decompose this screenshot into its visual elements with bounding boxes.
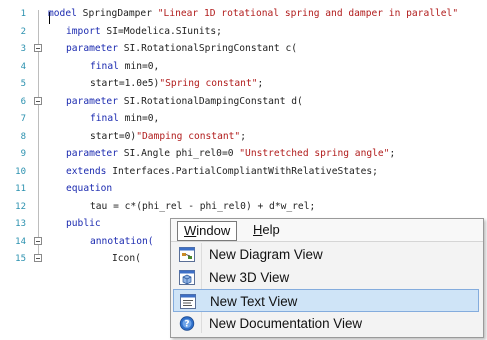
code-keyword: final xyxy=(90,60,119,72)
code-text: equation xyxy=(66,180,112,198)
code-keyword: final xyxy=(90,113,119,124)
line-number: 10 xyxy=(15,166,26,177)
line-number: 13 xyxy=(15,219,26,229)
diagram-view-icon xyxy=(179,247,195,262)
code-keyword: public xyxy=(66,218,101,229)
code-text: extends Interfaces.PartialCompliantWithR… xyxy=(66,163,378,181)
code-line[interactable]: 10 extends Interfaces.PartialCompliantWit… xyxy=(0,163,487,181)
line-number: 8 xyxy=(20,131,26,142)
code-token: min=0, xyxy=(118,113,160,124)
line-number: 6 xyxy=(20,96,26,107)
code-line[interactable]: 5 start=1.0e5)"Spring constant"; xyxy=(0,75,487,93)
code-text: public xyxy=(66,215,101,233)
code-token: SI.Angle phi_rel0=0 xyxy=(117,148,240,159)
code-text: parameter SI.RotationalDampingConstant d… xyxy=(66,93,303,111)
line-number: 3 xyxy=(20,44,26,54)
code-token: SI=Modelica.SIunits; xyxy=(100,25,222,37)
code-line[interactable]: 11 equation xyxy=(0,180,487,198)
editor-window: 1 model SpringDamper "Linear 1D rotationa… xyxy=(0,0,487,340)
code-string: "Spring constant" xyxy=(159,78,258,89)
svg-text:?: ? xyxy=(184,320,189,330)
code-token: SI.RotationalSpringConstant c( xyxy=(117,43,298,54)
code-line[interactable]: 4 final min=0, xyxy=(0,58,487,76)
3d-view-icon xyxy=(179,270,195,285)
menu-item-new-text-view[interactable]: New Text View xyxy=(173,289,479,312)
fold-toggle-icon[interactable] xyxy=(34,96,42,105)
code-text: start=0)"Damping constant"; xyxy=(90,128,246,146)
code-token: start=0) xyxy=(90,130,137,142)
menu-item-new-diagram-view[interactable]: New Diagram View xyxy=(173,243,479,266)
code-text: parameter SI.Angle phi_rel0=0 "Unstretch… xyxy=(66,145,395,163)
menu-item-label: New Diagram View xyxy=(209,247,323,262)
fold-toggle-icon[interactable] xyxy=(34,254,42,262)
window-context-menu: Window Help New Diagram View New 3D View… xyxy=(170,218,484,338)
code-keyword: extends xyxy=(66,165,107,177)
code-token: tau = c*(phi_rel - phi_rel0) + d*w_rel; xyxy=(90,200,316,212)
menu-help[interactable]: Help xyxy=(247,221,286,239)
menu-window-mnemonic: W xyxy=(184,223,197,238)
code-string: "Damping constant" xyxy=(136,130,241,142)
code-token: start=1.0e5) xyxy=(90,78,160,89)
code-keyword: equation xyxy=(66,183,113,194)
code-text: tau = c*(phi_rel - phi_rel0) + d*w_rel; xyxy=(90,198,315,216)
code-text: final min=0, xyxy=(90,58,159,76)
menu-help-mnemonic: H xyxy=(253,222,263,237)
code-line[interactable]: 8 start=0)"Damping constant"; xyxy=(0,128,487,146)
fold-toggle-icon[interactable] xyxy=(34,236,42,245)
line-number: 11 xyxy=(15,184,26,194)
code-token: Interfaces.PartialCompliantWithRelativeS… xyxy=(106,165,378,177)
code-keyword: parameter xyxy=(66,148,118,159)
fold-toggle-icon[interactable] xyxy=(34,44,42,52)
menu-item-label: New 3D View xyxy=(209,270,290,285)
code-token: ; xyxy=(257,78,264,89)
menu-item-new-documentation-view[interactable]: ? New Documentation View xyxy=(173,312,479,335)
menu-window[interactable]: Window xyxy=(177,221,238,241)
code-string: "Linear 1D rotational spring and damper … xyxy=(157,8,459,19)
code-token: min=0, xyxy=(118,60,160,72)
code-text: start=1.0e5)"Spring constant"; xyxy=(90,75,263,93)
code-line[interactable]: 3 parameter SI.RotationalSpringConstant c… xyxy=(0,40,487,58)
code-token: ; xyxy=(389,148,396,159)
code-line[interactable]: 7 final min=0, xyxy=(0,110,487,128)
line-number: 14 xyxy=(15,236,26,247)
menu-item-label: New Documentation View xyxy=(209,316,363,331)
code-token: Icon( xyxy=(112,253,141,264)
code-text: parameter SI.RotationalSpringConstant c( xyxy=(66,40,297,58)
code-line[interactable]: 12 tau = c*(phi_rel - phi_rel0) + d*w_rel… xyxy=(0,198,487,216)
menu-window-label: indow xyxy=(196,223,231,238)
line-number: 15 xyxy=(15,254,26,264)
code-line[interactable]: 2 import SI=Modelica.SIunits; xyxy=(0,23,487,41)
code-text: model SpringDamper "Linear 1D rotational… xyxy=(48,5,458,23)
code-keyword: import xyxy=(66,25,101,37)
code-string: "Unstretched spring angle" xyxy=(239,148,390,159)
line-number: 4 xyxy=(20,61,26,72)
code-text: final min=0, xyxy=(90,110,159,128)
menu-bar: Window Help xyxy=(171,219,483,242)
line-number: 1 xyxy=(20,9,26,19)
menu-item-new-3d-view[interactable]: New 3D View xyxy=(173,266,479,289)
line-number: 7 xyxy=(20,114,26,124)
line-number: 2 xyxy=(20,26,26,37)
code-token: ; xyxy=(240,130,246,142)
code-text: import SI=Modelica.SIunits; xyxy=(66,23,222,41)
line-number: 5 xyxy=(20,79,26,89)
code-keyword: parameter xyxy=(66,43,118,54)
menu-help-label: elp xyxy=(262,222,280,237)
code-keyword: parameter xyxy=(66,95,118,107)
code-token: SpringDamper xyxy=(76,8,158,19)
code-line[interactable]: 6 parameter SI.RotationalDampingConstant … xyxy=(0,93,487,111)
code-keyword: annotation( xyxy=(90,235,154,247)
text-view-icon xyxy=(180,294,196,309)
line-number: 12 xyxy=(15,201,26,212)
code-line[interactable]: 9 parameter SI.Angle phi_rel0=0 "Unstretc… xyxy=(0,145,487,163)
code-keyword: model xyxy=(48,8,77,19)
code-token: SI.RotationalDampingConstant d( xyxy=(117,95,303,107)
code-text: Icon( xyxy=(112,250,141,268)
code-text: annotation( xyxy=(90,233,154,251)
line-number: 9 xyxy=(20,149,26,159)
code-line[interactable]: 1 model SpringDamper "Linear 1D rotationa… xyxy=(0,5,487,23)
documentation-view-icon: ? xyxy=(179,316,195,331)
menu-item-label: New Text View xyxy=(210,294,298,309)
